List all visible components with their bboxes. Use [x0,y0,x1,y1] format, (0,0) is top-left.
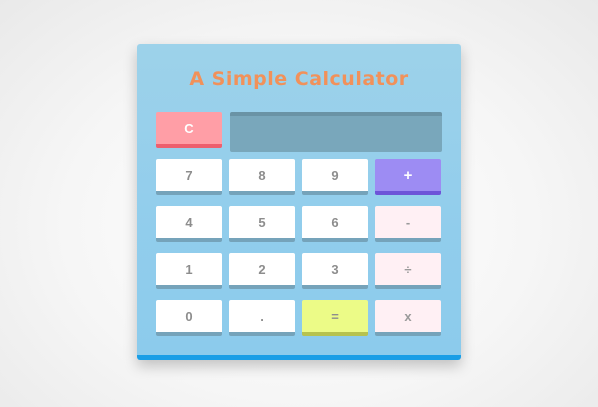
decimal-button[interactable]: . [229,300,295,336]
key-3-button[interactable]: 3 [302,253,368,289]
key-7-button[interactable]: 7 [156,159,222,195]
divide-button[interactable]: ÷ [375,253,441,289]
plus-button[interactable]: + [375,159,441,195]
calculator-title: A Simple Calculator [189,68,409,90]
calculator-panel: A Simple Calculator C 7 8 9 + 4 5 6 - 1 … [137,44,461,360]
calculator-display [230,112,442,152]
minus-button[interactable]: - [375,206,441,242]
key-6-button[interactable]: 6 [302,206,368,242]
multiply-button[interactable]: x [375,300,441,336]
key-2-button[interactable]: 2 [229,253,295,289]
clear-button[interactable]: C [156,112,222,148]
key-4-button[interactable]: 4 [156,206,222,242]
key-8-button[interactable]: 8 [229,159,295,195]
key-9-button[interactable]: 9 [302,159,368,195]
key-5-button[interactable]: 5 [229,206,295,242]
key-0-button[interactable]: 0 [156,300,222,336]
equals-button[interactable]: = [302,300,368,336]
key-1-button[interactable]: 1 [156,253,222,289]
